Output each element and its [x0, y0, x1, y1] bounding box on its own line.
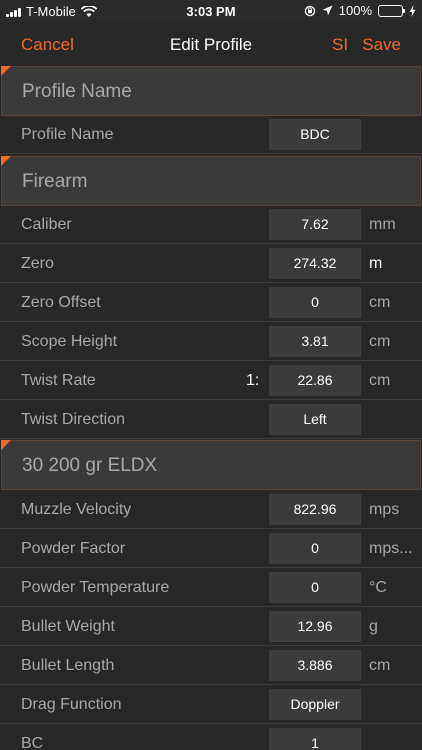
- row-caliber: Caliber 7.62 mm: [0, 205, 422, 244]
- caliber-field[interactable]: 7.62: [269, 209, 361, 240]
- location-icon: [322, 5, 333, 16]
- save-button[interactable]: Save: [362, 35, 401, 55]
- unit-label: °C: [369, 579, 387, 596]
- row-label: Twist Rate: [21, 372, 96, 389]
- unit-label: cm: [369, 657, 391, 674]
- section-header-ammo[interactable]: 30 200 gr ELDX: [1, 440, 421, 490]
- row-label: Powder Temperature: [21, 579, 170, 596]
- row-profile-name: Profile Name BDC: [0, 115, 422, 154]
- unit-label: mps...: [369, 540, 413, 557]
- row-muzzle-velocity: Muzzle Velocity 822.96 mps: [0, 490, 422, 529]
- bullet-weight-field[interactable]: 12.96: [269, 611, 361, 642]
- powder-factor-field[interactable]: 0: [269, 533, 361, 564]
- status-right: 100%: [304, 3, 416, 18]
- row-drag-function: Drag Function Doppler: [0, 685, 422, 724]
- charging-icon: [409, 4, 416, 17]
- section-corner-marker: [1, 156, 11, 166]
- row-label: Scope Height: [21, 333, 118, 350]
- row-label: Bullet Weight: [21, 618, 115, 635]
- row-label: Profile Name: [21, 126, 114, 143]
- muzzle-velocity-field[interactable]: 822.96: [269, 494, 361, 525]
- zero-field[interactable]: 274.32: [269, 248, 361, 279]
- row-powder-factor: Powder Factor 0 mps...: [0, 529, 422, 568]
- page-title: Edit Profile: [169, 35, 253, 54]
- row-bullet-length: Bullet Length 3.886 cm: [0, 646, 422, 685]
- powder-temperature-field[interactable]: 0: [269, 572, 361, 603]
- battery-percent: 100%: [338, 3, 372, 18]
- section-header-profile-name[interactable]: Profile Name: [1, 66, 421, 116]
- section-title: Firearm: [22, 171, 88, 192]
- units-si-button[interactable]: SI: [332, 35, 348, 55]
- row-label: Bullet Length: [21, 657, 115, 674]
- unit-label: mps: [369, 501, 400, 518]
- row-label: Drag Function: [21, 696, 122, 713]
- row-label: Twist Direction: [21, 411, 126, 428]
- bullet-length-field[interactable]: 3.886: [269, 650, 361, 681]
- row-label: Caliber: [21, 216, 72, 233]
- section-corner-marker: [1, 66, 11, 76]
- row-bullet-weight: Bullet Weight 12.96 g: [0, 607, 422, 646]
- row-label: Zero: [21, 255, 54, 272]
- row-bc: BC 1: [0, 724, 422, 750]
- section-corner-marker: [1, 440, 11, 450]
- bc-field[interactable]: 1: [269, 728, 361, 750]
- status-bar: T-Mobile 3:03 PM 100%: [0, 0, 422, 22]
- row-zero-offset: Zero Offset 0 cm: [0, 283, 422, 322]
- row-scope-height: Scope Height 3.81 cm: [0, 322, 422, 361]
- unit-label: cm: [369, 372, 391, 389]
- section-title: Profile Name: [22, 81, 132, 102]
- twist-rate-field[interactable]: 22.86: [269, 365, 361, 396]
- battery-icon: [378, 4, 405, 17]
- unit-label: cm: [369, 294, 391, 311]
- row-twist-direction: Twist Direction Left: [0, 400, 422, 439]
- row-label: Muzzle Velocity: [21, 501, 132, 518]
- zero-offset-field[interactable]: 0: [269, 287, 361, 318]
- scope-height-field[interactable]: 3.81: [269, 326, 361, 357]
- row-label: BC: [21, 735, 44, 750]
- unit-label: g: [369, 618, 378, 635]
- row-zero: Zero 274.32 m: [0, 244, 422, 283]
- drag-function-selector[interactable]: Doppler: [269, 689, 361, 720]
- row-label: Powder Factor: [21, 540, 126, 557]
- twist-direction-selector[interactable]: Left: [269, 404, 361, 435]
- section-title: 30 200 gr ELDX: [22, 455, 158, 476]
- profile-name-field[interactable]: BDC: [269, 119, 361, 150]
- unit-label: m: [369, 255, 383, 272]
- row-label: Zero Offset: [21, 294, 101, 311]
- row-twist-rate: Twist Rate 1: 22.86 cm: [0, 361, 422, 400]
- unit-label: mm: [369, 216, 396, 233]
- twist-rate-prefix: 1:: [246, 372, 260, 389]
- row-powder-temperature: Powder Temperature 0 °C: [0, 568, 422, 607]
- nav-bar: Cancel Edit Profile SI Save: [0, 22, 422, 66]
- rotation-lock-icon: [304, 5, 315, 16]
- unit-label: cm: [369, 333, 391, 350]
- section-header-firearm[interactable]: Firearm: [1, 156, 421, 206]
